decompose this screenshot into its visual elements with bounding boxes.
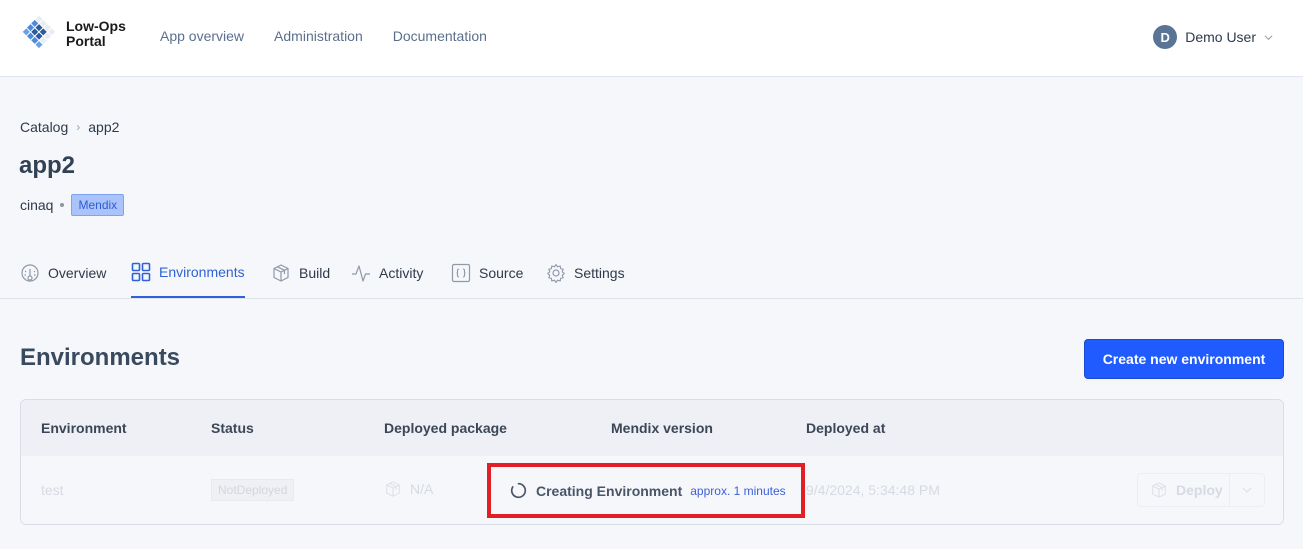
eta-label: approx. 1 minutes [690,483,786,498]
column-header-environment: Environment [41,420,127,436]
create-environment-button[interactable]: Create new environment [1084,339,1284,379]
user-menu[interactable]: D Demo User [1153,25,1273,49]
deploy-dropdown-toggle[interactable] [1230,485,1264,495]
tab-label: Build [299,265,331,281]
section-title: Environments [20,344,181,371]
breadcrumb-catalog[interactable]: Catalog [20,119,68,135]
creating-environment-label: Creating Environment [536,482,683,499]
logo[interactable]: Low-Ops Portal [19,14,126,54]
main-nav: App overview Administration Documentatio… [160,28,487,44]
deploy-split-button: Deploy [1137,473,1265,507]
tab-source[interactable]: Source [451,248,523,298]
column-header-deployed-package: Deployed package [384,420,507,436]
code-braces-icon [451,263,471,283]
chevron-down-icon [1242,487,1252,493]
nav-app-overview[interactable]: App overview [160,28,244,44]
platform-badge: Mendix [71,194,125,216]
gauge-icon [21,264,39,282]
tab-bar: Overview Environments Build Activity Sou… [0,248,1303,299]
creating-environment-indicator: Creating Environment approx. 1 minutes [487,463,805,518]
column-header-deployed-at: Deployed at [806,420,886,436]
package-icon [273,264,289,282]
logo-line1: Low-Ops [66,18,126,34]
breadcrumb: Catalog › app2 [20,119,119,135]
avatar: D [1153,25,1178,49]
nav-documentation[interactable]: Documentation [393,28,487,44]
logo-line2: Portal [66,33,106,49]
breadcrumb-current: app2 [88,119,120,135]
tab-settings[interactable]: Settings [546,248,625,298]
page-title: app2 [19,152,76,179]
tab-label: Source [479,265,524,281]
deploy-label: Deploy [1176,482,1223,498]
column-header-mendix-version: Mendix version [611,420,713,436]
status-badge: NotDeployed [211,479,295,501]
tab-label: Activity [379,265,424,281]
top-navigation-bar: Low-Ops Portal App overview Administrati… [0,0,1303,77]
tab-activity[interactable]: Activity [351,248,423,298]
tab-label: Settings [574,265,625,281]
column-header-status: Status [211,420,254,436]
cell-deployed-at: 9/4/2024, 5:34:48 PM [806,482,940,498]
activity-icon [352,265,370,282]
deploy-button[interactable]: Deploy [1138,474,1230,506]
spinner-icon [510,482,527,499]
package-icon [386,481,400,497]
tab-overview[interactable]: Overview [20,248,106,298]
user-name: Demo User [1185,29,1256,45]
gear-icon [547,263,565,283]
logo-text: Low-Ops Portal [66,19,126,49]
cell-environment[interactable]: test [41,482,64,498]
package-value: N/A [410,481,434,497]
owner-name: cinaq [20,197,54,213]
tab-label: Environments [159,264,245,280]
table-header: Environment Status Deployed package Mend… [21,400,1283,456]
tab-label: Overview [48,265,107,281]
package-icon [1152,482,1166,498]
separator-dot [60,203,65,207]
app-meta: cinaq Mendix [20,194,125,216]
tab-build[interactable]: Build [271,248,330,298]
chevron-down-icon [1264,34,1273,40]
nav-administration[interactable]: Administration [274,28,363,44]
cell-deployed-package: N/A [384,480,433,498]
chevron-right-icon: › [76,120,81,134]
grid-icon [131,262,151,282]
tab-environments[interactable]: Environments [131,248,245,298]
logo-icon [22,15,56,49]
